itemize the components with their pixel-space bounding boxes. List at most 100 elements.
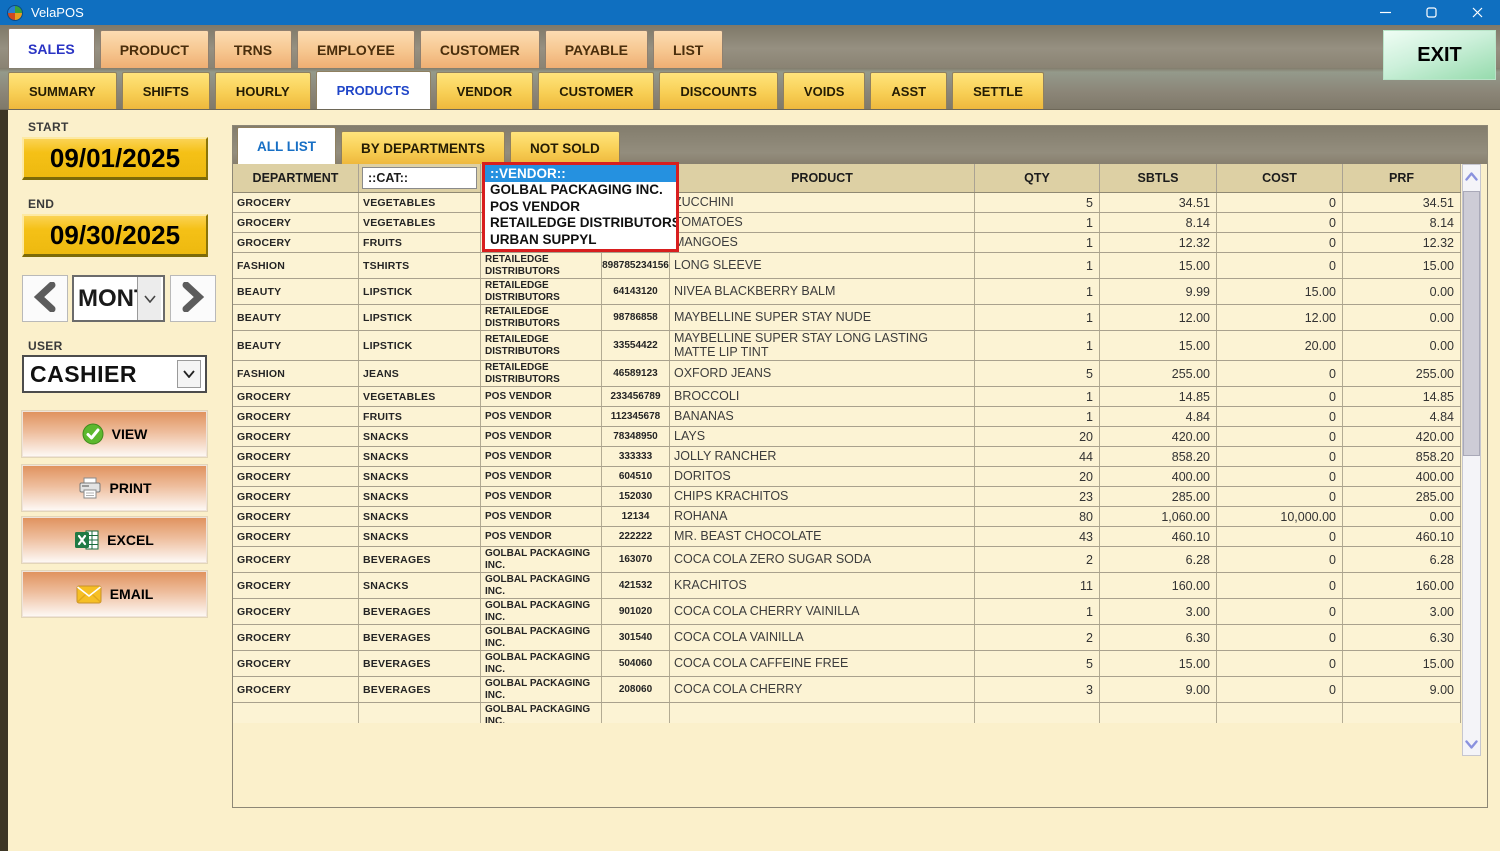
prev-period-button[interactable] xyxy=(22,275,68,322)
period-combo[interactable]: MONTH xyxy=(72,275,165,322)
cell-qty: 1 xyxy=(975,331,1100,360)
cell-qty: 80 xyxy=(975,507,1100,526)
header-cost[interactable]: COST xyxy=(1217,164,1343,192)
table-row[interactable]: BEAUTYLIPSTICKRETAILEDGE DISTRIBUTORS641… xyxy=(233,279,1461,305)
sub-tab-customer[interactable]: CUSTOMER xyxy=(538,72,654,109)
table-row[interactable]: BEAUTYLIPSTICKRETAILEDGE DISTRIBUTORS987… xyxy=(233,305,1461,331)
table-row-partial[interactable]: GOLBAL PACKAGING INC. xyxy=(233,703,1461,723)
cell-cost: 12.00 xyxy=(1217,305,1343,330)
cell-sbtls: 12.00 xyxy=(1100,305,1217,330)
table-row[interactable]: BEAUTYLIPSTICKRETAILEDGE DISTRIBUTORS335… xyxy=(233,331,1461,361)
cell-sbtls: 9.00 xyxy=(1100,677,1217,702)
sub-tab-asst[interactable]: ASST xyxy=(870,72,947,109)
header-qty[interactable]: QTY xyxy=(975,164,1100,192)
main-tab-trns[interactable]: TRNS xyxy=(214,30,292,68)
cell-sbtls: 460.10 xyxy=(1100,527,1217,546)
table-row[interactable]: GROCERYSNACKSPOS VENDOR222222MR. BEAST C… xyxy=(233,527,1461,547)
sub-tab-hourly[interactable]: HOURLY xyxy=(215,72,311,109)
vendor-option[interactable]: ::VENDOR:: xyxy=(485,165,676,182)
cell-department: GROCERY xyxy=(233,467,359,486)
exit-button[interactable]: EXIT xyxy=(1383,30,1496,80)
chevron-down-icon[interactable] xyxy=(137,277,161,320)
table-row[interactable]: GROCERYVEGETABLESZUCCHINI534.51034.51 xyxy=(233,193,1461,213)
cell-category: LIPSTICK xyxy=(359,331,481,360)
end-date-button[interactable]: 09/30/2025 xyxy=(22,214,208,257)
header-department[interactable]: DEPARTMENT xyxy=(233,164,359,192)
table-row[interactable]: GROCERYSNACKSPOS VENDOR78348950LAYS20420… xyxy=(233,427,1461,447)
view-tab-not-sold[interactable]: NOT SOLD xyxy=(510,131,620,164)
table-row[interactable]: FASHIONJEANSRETAILEDGE DISTRIBUTORS46589… xyxy=(233,361,1461,387)
email-button[interactable]: EMAIL xyxy=(22,571,207,617)
start-date-button[interactable]: 09/01/2025 xyxy=(22,137,208,180)
header-sbtls[interactable]: SBTLS xyxy=(1100,164,1217,192)
table-row[interactable]: GROCERYSNACKSPOS VENDOR333333JOLLY RANCH… xyxy=(233,447,1461,467)
header-product[interactable]: PRODUCT xyxy=(670,164,975,192)
view-tab-all-list[interactable]: ALL LIST xyxy=(237,127,336,164)
cell-cost: 0 xyxy=(1217,487,1343,506)
table-row[interactable]: GROCERYBEVERAGESGOLBAL PACKAGING INC.208… xyxy=(233,677,1461,703)
sub-tab-settle[interactable]: SETTLE xyxy=(952,72,1044,109)
cell-barcode: 64143120 xyxy=(602,279,670,304)
cell-barcode: 152030 xyxy=(602,487,670,506)
sub-tab-summary[interactable]: SUMMARY xyxy=(8,72,117,109)
table-row[interactable]: GROCERYBEVERAGESGOLBAL PACKAGING INC.504… xyxy=(233,651,1461,677)
cell-qty: 11 xyxy=(975,573,1100,598)
table-row[interactable]: GROCERYFRUITSMANGOES112.32012.32 xyxy=(233,233,1461,253)
table-row[interactable]: GROCERYFRUITSPOS VENDOR112345678BANANAS1… xyxy=(233,407,1461,427)
close-icon[interactable] xyxy=(1454,0,1500,25)
table-row[interactable]: GROCERYVEGETABLESTOMATOES18.1408.14 xyxy=(233,213,1461,233)
table-row[interactable]: GROCERYSNACKSGOLBAL PACKAGING INC.421532… xyxy=(233,573,1461,599)
cell-sbtls: 12.32 xyxy=(1100,233,1217,252)
table-row[interactable]: GROCERYBEVERAGESGOLBAL PACKAGING INC.901… xyxy=(233,599,1461,625)
maximize-icon[interactable] xyxy=(1408,0,1454,25)
cell-prf xyxy=(1343,703,1461,723)
main-tab-sales[interactable]: SALES xyxy=(8,28,95,68)
table-row[interactable]: GROCERYVEGETABLESPOS VENDOR233456789BROC… xyxy=(233,387,1461,407)
table-row[interactable]: FASHIONTSHIRTSRETAILEDGE DISTRIBUTORS898… xyxy=(233,253,1461,279)
app-window: VelaPOS SALESPRODUCTTRNSEMPLOYEECUSTOMER… xyxy=(0,0,1500,851)
cell-product xyxy=(670,703,975,723)
cell-cost: 0 xyxy=(1217,193,1343,212)
table-row[interactable]: GROCERYSNACKSPOS VENDOR604510DORITOS2040… xyxy=(233,467,1461,487)
table-row[interactable]: GROCERYSNACKSPOS VENDOR152030CHIPS KRACH… xyxy=(233,487,1461,507)
header-prf[interactable]: PRF xyxy=(1343,164,1461,192)
table-row[interactable]: GROCERYBEVERAGESGOLBAL PACKAGING INC.301… xyxy=(233,625,1461,651)
vendor-option[interactable]: URBAN SUPPYL xyxy=(485,231,676,248)
print-button[interactable]: PRINT xyxy=(22,465,207,511)
view-tab-by-departments[interactable]: BY DEPARTMENTS xyxy=(341,131,505,164)
cell-barcode xyxy=(602,703,670,723)
minimize-icon[interactable] xyxy=(1362,0,1408,25)
user-select[interactable]: CASHIER xyxy=(22,355,207,393)
scroll-up-icon[interactable] xyxy=(1463,167,1480,185)
scrollbar-thumb[interactable] xyxy=(1463,191,1480,456)
cell-cost: 0 xyxy=(1217,547,1343,572)
category-filter-combo[interactable]: ::CAT:: xyxy=(362,167,477,189)
vertical-scrollbar[interactable] xyxy=(1462,164,1481,756)
main-tab-product[interactable]: PRODUCT xyxy=(100,30,209,68)
sub-tab-shifts[interactable]: SHIFTS xyxy=(122,72,210,109)
main-tab-customer[interactable]: CUSTOMER xyxy=(420,30,540,68)
sub-tab-vendor[interactable]: VENDOR xyxy=(436,72,534,109)
vendor-option[interactable]: GOLBAL PACKAGING INC. xyxy=(485,182,676,199)
vendor-option[interactable]: POS VENDOR xyxy=(485,198,676,215)
table-row[interactable]: GROCERYBEVERAGESGOLBAL PACKAGING INC.163… xyxy=(233,547,1461,573)
cell-sbtls: 3.00 xyxy=(1100,599,1217,624)
cell-prf: 420.00 xyxy=(1343,427,1461,446)
vendor-option[interactable]: RETAILEDGE DISTRIBUTORS xyxy=(485,215,676,232)
cell-prf: 6.30 xyxy=(1343,625,1461,650)
scroll-down-icon[interactable] xyxy=(1463,735,1480,753)
sub-tab-discounts[interactable]: DISCOUNTS xyxy=(659,72,778,109)
main-tab-employee[interactable]: EMPLOYEE xyxy=(297,30,415,68)
next-period-button[interactable] xyxy=(170,275,216,322)
cell-prf: 14.85 xyxy=(1343,387,1461,406)
main-tab-list[interactable]: LIST xyxy=(653,30,723,68)
chevron-down-icon[interactable] xyxy=(177,360,201,388)
excel-button[interactable]: EXCEL xyxy=(22,517,207,563)
sub-tab-products[interactable]: PRODUCTS xyxy=(316,71,431,109)
view-button[interactable]: VIEW xyxy=(22,411,207,457)
cell-vendor: POS VENDOR xyxy=(481,527,602,546)
table-row[interactable]: GROCERYSNACKSPOS VENDOR12134ROHANA801,06… xyxy=(233,507,1461,527)
cell-sbtls xyxy=(1100,703,1217,723)
main-tab-payable[interactable]: PAYABLE xyxy=(545,30,648,68)
sub-tab-voids[interactable]: VOIDS xyxy=(783,72,865,109)
